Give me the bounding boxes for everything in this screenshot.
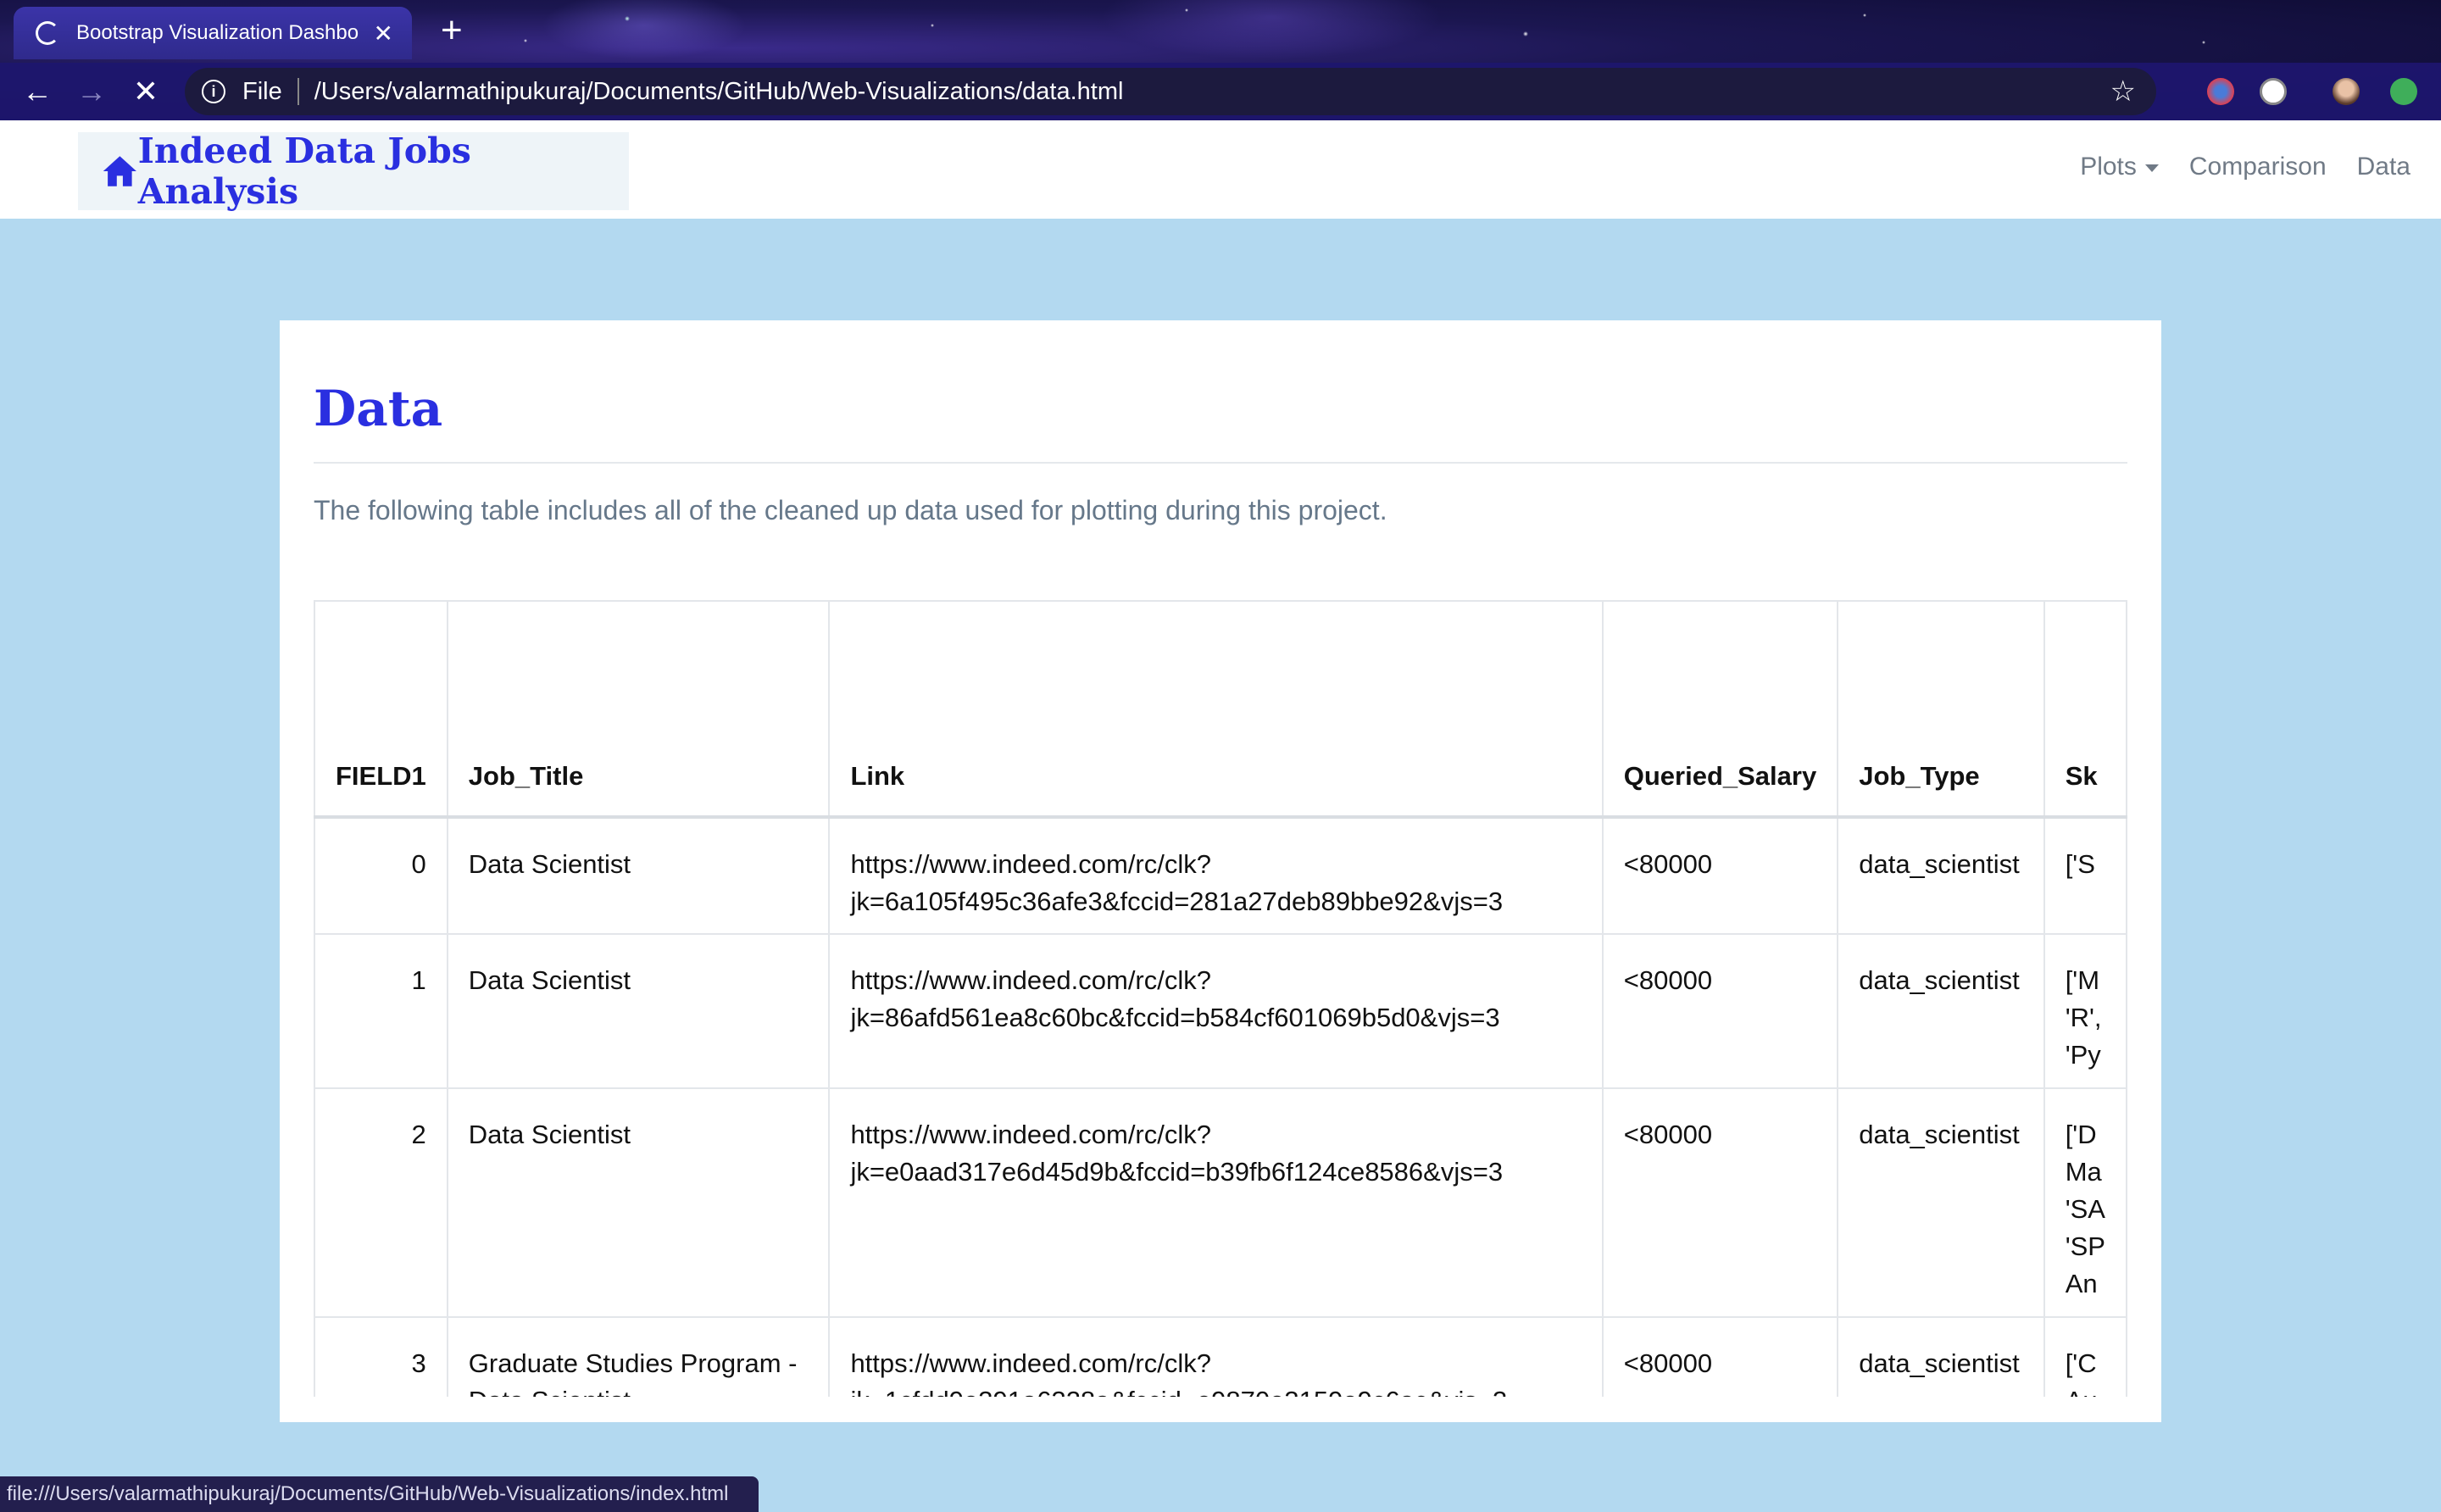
cell-skills: ['C Au xyxy=(2043,1316,2127,1397)
cell-text: 'R', xyxy=(2065,1003,2102,1032)
cell-text: ['D xyxy=(2065,1120,2097,1149)
cell-link: https://www.indeed.com/rc/clk? jk=6a105f4… xyxy=(828,816,1604,935)
update-icon[interactable] xyxy=(2390,78,2417,105)
nav-plots-dropdown[interactable]: Plots xyxy=(2080,153,2159,181)
column-header[interactable]: FIELD1 xyxy=(314,600,448,819)
cell-job-type: data_scientist xyxy=(1837,933,2045,1089)
info-icon[interactable]: i xyxy=(202,80,225,103)
cell-field1: 2 xyxy=(314,1087,448,1318)
cell-text: Data Scientist xyxy=(468,849,631,879)
bookmark-star-icon[interactable]: ☆ xyxy=(2110,75,2136,108)
cell-text: https://www.indeed.com/rc/clk? xyxy=(850,1120,1211,1149)
cell-field1: 0 xyxy=(314,816,448,935)
nav-plots-label: Plots xyxy=(2080,153,2137,181)
cell-text: https://www.indeed.com/rc/clk? xyxy=(850,965,1211,995)
table-row: 0 Data Scientist https://www.indeed.com/… xyxy=(314,816,2127,935)
stop-loading-icon[interactable]: ✕ xyxy=(127,73,164,110)
cell-skills: ['M 'R', 'Py xyxy=(2043,933,2127,1089)
cell-text: ['M xyxy=(2065,965,2100,995)
data-table: FIELD1 Job_Title Link Queried_Salary Job… xyxy=(314,600,2127,1397)
cell-text: jk=86afd561ea8c60bc&fccid=b584cf601069b5… xyxy=(850,1003,1500,1032)
nav-data[interactable]: Data xyxy=(2357,153,2410,181)
column-header[interactable]: Queried_Salary xyxy=(1601,600,1839,819)
cell-text: Data Scientist xyxy=(468,965,631,995)
table-row: 3 Graduate Studies Program - Data Scienti… xyxy=(314,1316,2127,1397)
status-bar-url: file:///Users/valarmathipukuraj/Document… xyxy=(0,1476,759,1512)
cell-text: ['C xyxy=(2065,1348,2097,1378)
url-text[interactable]: /Users/valarmathipukuraj/Documents/GitHu… xyxy=(314,78,2110,106)
table-row: 2 Data Scientist https://www.indeed.com/… xyxy=(314,1087,2127,1318)
cell-text: An xyxy=(2065,1269,2098,1298)
close-tab-icon[interactable]: ✕ xyxy=(374,19,393,47)
nav-comparison[interactable]: Comparison xyxy=(2189,153,2327,181)
address-bar[interactable]: i File /Users/valarmathipukuraj/Document… xyxy=(185,68,2156,115)
back-icon[interactable]: ← xyxy=(19,73,56,110)
cell-text: jk=1cfdd9e391a6328a&fccid=e9870e3159e9c6… xyxy=(850,1382,1581,1397)
cell-text: Data Scientist xyxy=(469,1382,809,1397)
cell-text: https://www.indeed.com/rc/clk? xyxy=(850,1348,1211,1378)
cell-job-title: Graduate Studies Program - Data Scientist xyxy=(446,1316,831,1397)
cell-text: 'SA xyxy=(2065,1194,2105,1224)
new-tab-button[interactable]: + xyxy=(441,10,463,51)
cell-text: https://www.indeed.com/rc/clk? xyxy=(850,849,1211,879)
home-icon xyxy=(103,156,136,186)
table-row: 1 Data Scientist https://www.indeed.com/… xyxy=(314,933,2127,1089)
cell-text: Data Scientist xyxy=(468,1120,631,1149)
column-header[interactable]: Job_Title xyxy=(446,600,831,819)
content-card: Data The following table includes all of… xyxy=(280,320,2161,1422)
cell-text: jk=6a105f495c36afe3&fccid=281a27deb89bbe… xyxy=(850,887,1504,916)
cell-skills: ['S xyxy=(2043,816,2127,935)
cell-text: 'SP xyxy=(2065,1231,2105,1261)
cell-job-type: data_scientist xyxy=(1837,816,2045,935)
cell-link: https://www.indeed.com/rc/clk? jk=86afd56… xyxy=(828,933,1604,1089)
column-header-label: Sk xyxy=(2065,761,2098,791)
column-header[interactable]: Job_Type xyxy=(1837,600,2045,819)
chevron-down-icon xyxy=(2144,164,2159,172)
url-scheme: File xyxy=(242,77,282,105)
site-navbar: Indeed Data Jobs Analysis Plots Comparis… xyxy=(0,120,2441,219)
brand-text: Indeed Data Jobs Analysis xyxy=(137,131,471,212)
forward-icon[interactable]: → xyxy=(73,73,110,110)
cell-job-type: data_scientist xyxy=(1837,1087,2045,1318)
cell-text: Graduate Studies Program - xyxy=(468,1348,798,1378)
divider xyxy=(297,78,299,105)
cell-text: Au xyxy=(2066,1382,2105,1397)
divider xyxy=(314,462,2127,464)
loading-spinner-icon xyxy=(36,21,59,45)
browser-toolbar: ← → ✕ i File /Users/valarmathipukuraj/Do… xyxy=(0,63,2441,120)
tab-title: Bootstrap Visualization Dashbo xyxy=(76,21,359,44)
cell-salary: <80000 xyxy=(1601,933,1839,1089)
cell-skills: ['D Ma 'SA 'SP An xyxy=(2043,1087,2127,1318)
cell-field1: 3 xyxy=(314,1316,448,1397)
page-title: Data xyxy=(314,380,443,437)
brand-link[interactable]: Indeed Data Jobs Analysis xyxy=(78,131,629,212)
cell-job-title: Data Scientist xyxy=(446,816,831,935)
cell-salary: <80000 xyxy=(1601,1316,1839,1397)
cell-text: ['S xyxy=(2065,849,2095,879)
cell-link: https://www.indeed.com/rc/clk? jk=1cfdd9e… xyxy=(828,1316,1604,1397)
extension-icon[interactable] xyxy=(2207,78,2234,105)
extension-icon[interactable] xyxy=(2260,78,2287,105)
browser-tab[interactable]: Bootstrap Visualization Dashbo ✕ xyxy=(14,7,412,59)
cell-field1: 1 xyxy=(314,933,448,1089)
cell-job-title: Data Scientist xyxy=(446,1087,831,1318)
column-header[interactable]: Sk xyxy=(2043,600,2127,819)
nav-links: Plots Comparison Data xyxy=(2080,153,2410,181)
page-description: The following table includes all of the … xyxy=(314,495,1387,525)
cell-text: jk=e0aad317e6d45d9b&fccid=b39fb6f124ce85… xyxy=(850,1157,1504,1187)
cell-job-type: data_scientist xyxy=(1837,1316,2045,1397)
cell-text: Ma xyxy=(2065,1157,2102,1187)
cell-link: https://www.indeed.com/rc/clk? jk=e0aad31… xyxy=(828,1087,1604,1318)
browser-chrome: Bootstrap Visualization Dashbo ✕ + ← → ✕… xyxy=(0,0,2441,120)
profile-avatar[interactable] xyxy=(2333,78,2360,105)
cell-text: 'Py xyxy=(2065,1040,2101,1070)
cell-salary: <80000 xyxy=(1601,1087,1839,1318)
cell-salary: <80000 xyxy=(1601,816,1839,935)
column-header[interactable]: Link xyxy=(828,600,1604,819)
data-table-container[interactable]: FIELD1 Job_Title Link Queried_Salary Job… xyxy=(314,600,2127,1397)
table-header-row: FIELD1 Job_Title Link Queried_Salary Job… xyxy=(314,600,2127,819)
cell-job-title: Data Scientist xyxy=(446,933,831,1089)
